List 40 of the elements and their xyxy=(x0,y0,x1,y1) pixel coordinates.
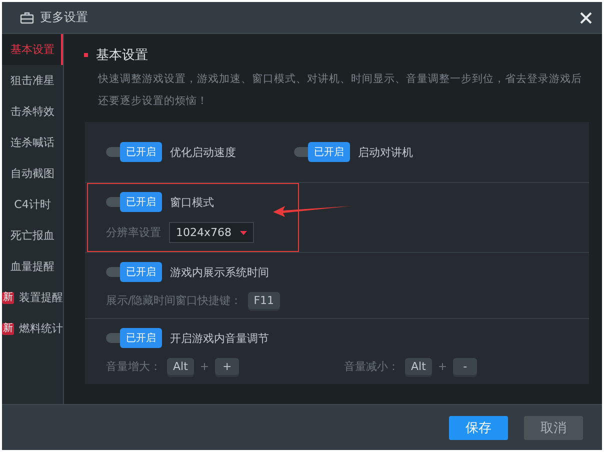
sidebar-item-label: 装置提醒 xyxy=(19,290,63,305)
sidebar-item[interactable]: 自动截图 xyxy=(2,158,63,189)
resolution-dropdown[interactable]: 1024x768 xyxy=(169,222,254,243)
section-description: 快速调整游戏设置，游戏加速、窗口模式、对讲机、时间显示、音量调整一步到位，省去登录游戏后还要逐步设置的烦恼！ xyxy=(98,72,583,109)
key-cap[interactable]: - xyxy=(453,358,478,375)
cancel-button[interactable]: 取消 xyxy=(524,416,583,440)
resolution-label: 分辨率设置 xyxy=(106,225,161,240)
toolbox-icon xyxy=(20,12,34,24)
sidebar-item[interactable]: 死亡报血 xyxy=(2,220,63,251)
sidebar-item[interactable]: 击杀特效 xyxy=(2,96,63,127)
caret-icon xyxy=(240,230,246,234)
section-title: 基本设置 xyxy=(96,47,148,64)
bullet-icon xyxy=(84,53,88,57)
sidebar-item[interactable]: 基本设置 xyxy=(2,34,63,65)
sidebar-item[interactable]: 狙击准星 xyxy=(2,65,63,96)
hotkey-label: 展示/隐藏时间窗口快捷键： xyxy=(106,293,242,308)
plus-sign: + xyxy=(438,360,448,373)
sidebar-item[interactable]: 新 燃料统计 xyxy=(2,313,63,344)
sidebar-item[interactable]: 连杀喊话 xyxy=(2,127,63,158)
key-cap[interactable]: + xyxy=(215,358,240,375)
new-badge: 新 xyxy=(2,292,14,304)
sidebar-item[interactable]: C4计时 xyxy=(2,189,63,220)
hotkey-label: 音量增大： xyxy=(106,359,161,374)
toggle-label: 启动对讲机 xyxy=(358,144,413,160)
toggle-label: 游戏内展示系统时间 xyxy=(170,264,269,280)
sidebar-item-label: 燃料统计 xyxy=(19,321,63,336)
plus-sign: + xyxy=(200,360,210,373)
new-badge: 新 xyxy=(2,322,14,334)
sidebar-item[interactable]: 血量提醒 xyxy=(2,251,63,282)
save-button[interactable]: 保存 xyxy=(449,416,508,440)
key-cap[interactable]: F11 xyxy=(248,292,280,309)
toggle-label: 窗口模式 xyxy=(170,194,214,210)
sidebar-item[interactable]: 新 装置提醒 xyxy=(2,282,63,313)
toggle-label: 开启游戏内音量调节 xyxy=(170,330,269,346)
close-icon[interactable] xyxy=(580,12,592,24)
window-title: 更多设置 xyxy=(40,9,89,26)
key-cap[interactable]: Alt xyxy=(167,358,194,375)
toggle-label: 优化启动速度 xyxy=(170,144,236,160)
hotkey-label: 音量减小： xyxy=(344,359,399,374)
key-cap[interactable]: Alt xyxy=(405,358,432,375)
